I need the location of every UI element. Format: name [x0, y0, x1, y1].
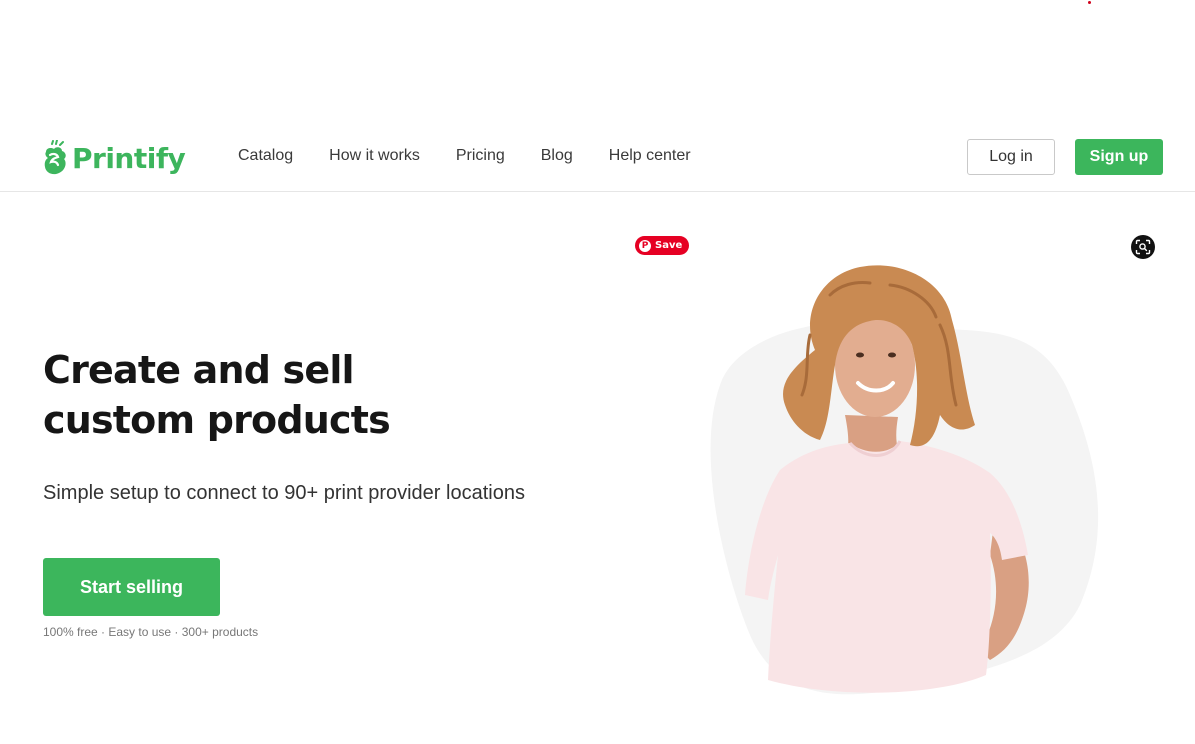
visual-search-icon: [1135, 239, 1151, 255]
site-header: Printify Catalog How it works Pricing Bl…: [0, 120, 1195, 192]
feature-line: 100% free · Easy to use · 300+ products: [43, 625, 259, 639]
indicator-dot: [1088, 1, 1091, 4]
nav-how-it-works[interactable]: How it works: [329, 147, 420, 165]
pinterest-save-button[interactable]: P Save: [635, 236, 689, 255]
hero-title-line-1: Create and sell: [43, 348, 355, 392]
hero-title-line-2: custom products: [43, 398, 391, 442]
pinterest-icon: P: [639, 239, 651, 252]
nav-catalog[interactable]: Catalog: [238, 147, 293, 165]
hero-subtitle: Simple setup to connect to 90+ print pro…: [43, 482, 525, 504]
login-button[interactable]: Log in: [967, 139, 1055, 175]
visual-search-button[interactable]: [1131, 235, 1155, 259]
page: Printify Catalog How it works Pricing Bl…: [0, 0, 1195, 744]
printify-logo-icon: [44, 140, 66, 175]
hero-title: Create and sell custom products: [43, 345, 603, 445]
main-nav: Catalog How it works Pricing Blog Help c…: [238, 120, 727, 192]
pinterest-save-label: Save: [655, 240, 683, 251]
nav-blog[interactable]: Blog: [541, 147, 573, 165]
start-selling-button[interactable]: Start selling: [43, 558, 220, 616]
printify-logo[interactable]: Printify: [42, 138, 186, 178]
hero-model-image: [710, 265, 1099, 695]
signup-button[interactable]: Sign up: [1075, 139, 1163, 175]
nav-help-center[interactable]: Help center: [609, 147, 691, 165]
logo-wordmark: Printify: [72, 141, 186, 175]
nav-pricing[interactable]: Pricing: [456, 147, 505, 165]
